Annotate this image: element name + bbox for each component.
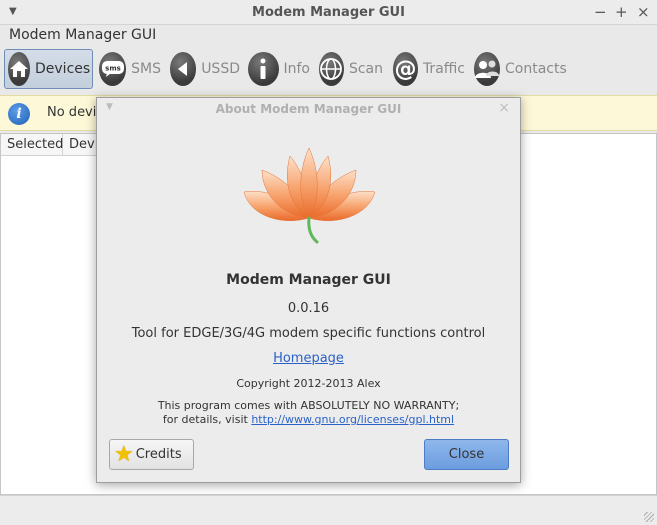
scan-icon	[319, 52, 344, 86]
column-header-selected[interactable]: Selected	[1, 134, 63, 156]
toolbar-traffic-button[interactable]: @ Traffic	[389, 49, 469, 89]
copyright-text: Copyright 2012-2013 Alex	[236, 377, 381, 390]
dialog-titlebar: ▼ About Modem Manager GUI ×	[97, 98, 520, 121]
toolbar-contacts-label: Contacts	[505, 61, 567, 77]
minimize-button[interactable]: −	[594, 3, 607, 21]
info-icon	[248, 52, 279, 86]
status-bar	[0, 495, 657, 525]
lotus-logo-icon	[243, 147, 376, 244]
license-link[interactable]: http://www.gnu.org/licenses/gpl.html	[251, 413, 454, 426]
window-titlebar: ▼ Modem Manager GUI − + ×	[0, 0, 657, 25]
license-prefix: for details, visit	[162, 413, 252, 426]
toolbar-contacts-button[interactable]: Contacts	[470, 49, 570, 89]
ussd-icon	[170, 52, 197, 86]
toolbar-info-button[interactable]: Info	[244, 49, 314, 89]
about-dialog: ▼ About Modem Manager GUI × Modem Manage…	[96, 97, 521, 483]
license-line-2: for details, visit http://www.gnu.org/li…	[97, 413, 520, 427]
dialog-title: About Modem Manager GUI	[215, 102, 402, 116]
credits-label: Credits	[135, 447, 182, 462]
homepage-row: Homepage	[97, 351, 520, 366]
toolbar-ussd-label: USSD	[201, 61, 240, 77]
star-icon: ★	[114, 441, 134, 467]
toolbar-devices-button[interactable]: Devices	[4, 49, 93, 89]
contacts-icon	[474, 52, 500, 86]
home-icon	[8, 52, 30, 86]
toolbar-info-label: Info	[283, 61, 311, 77]
homepage-link[interactable]: Homepage	[273, 351, 344, 366]
dialog-close-icon[interactable]: ×	[498, 100, 510, 116]
main-toolbar: Devices sms SMS USSD Info Scan @ Traffic…	[0, 46, 657, 92]
toolbar-sms-button[interactable]: sms SMS	[95, 49, 165, 89]
toolbar-devices-label: Devices	[35, 61, 91, 77]
toolbar-scan-label: Scan	[348, 61, 383, 77]
sms-icon: sms	[99, 52, 127, 86]
traffic-icon: @	[393, 52, 418, 86]
maximize-button[interactable]: +	[615, 3, 628, 21]
toolbar-scan-button[interactable]: Scan	[315, 49, 387, 89]
close-window-button[interactable]: ×	[637, 3, 650, 21]
svg-text:sms: sms	[105, 65, 121, 73]
close-button[interactable]: Close	[424, 439, 509, 470]
credits-button[interactable]: ★ Credits	[109, 439, 194, 470]
license-line-1: This program comes with ABSOLUTELY NO WA…	[157, 399, 460, 412]
toolbar-traffic-label: Traffic	[422, 61, 465, 77]
resize-grip[interactable]	[644, 512, 654, 522]
license-text: This program comes with ABSOLUTELY NO WA…	[97, 399, 520, 427]
info-circle-icon: i	[8, 103, 30, 125]
window-title: Modem Manager GUI	[252, 5, 405, 20]
toolbar-sms-label: SMS	[131, 61, 161, 77]
program-name: Modem Manager GUI	[226, 272, 391, 288]
app-name-label: Modem Manager GUI	[9, 27, 157, 43]
program-version: 0.0.16	[287, 301, 330, 316]
toolbar-ussd-button[interactable]: USSD	[166, 49, 244, 89]
program-comments: Tool for EDGE/3G/4G modem specific funct…	[131, 326, 486, 341]
